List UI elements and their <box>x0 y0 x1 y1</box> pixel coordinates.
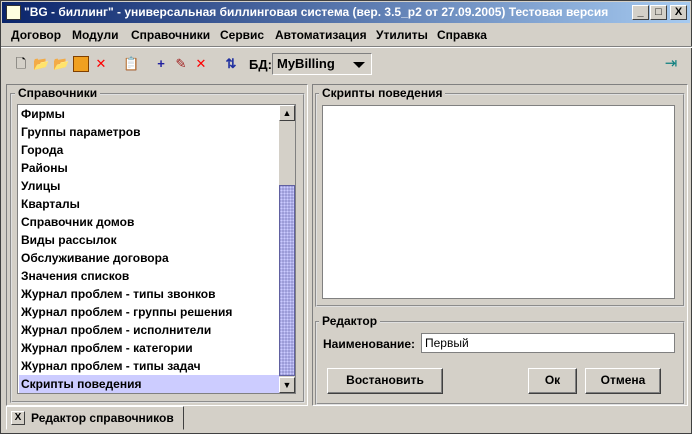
new-icon[interactable]: 🗋 <box>13 56 29 72</box>
list-item[interactable]: Скрипты поведения <box>19 375 280 393</box>
scripts-area[interactable] <box>322 105 675 299</box>
maximize-button[interactable]: □ <box>650 5 667 20</box>
scrollbar[interactable]: ▲ ▼ <box>279 105 295 393</box>
title-bar: "BG - биллинг" - универсальная биллингов… <box>2 2 690 23</box>
db-select[interactable]: MyBilling <box>272 53 372 75</box>
scripts-title: Скрипты поведения <box>319 86 446 100</box>
list-item[interactable]: Города <box>19 141 280 159</box>
list-item[interactable]: Значения списков <box>19 267 280 285</box>
tab-close-icon[interactable]: X <box>11 411 25 425</box>
references-title: Справочники <box>15 86 101 100</box>
list-item[interactable]: Журнал проблем - исполнители <box>19 321 280 339</box>
menu-service[interactable]: Сервис <box>220 28 264 42</box>
open-folder-up-icon[interactable]: 📂 <box>53 56 69 72</box>
editor-title: Редактор <box>319 314 381 328</box>
menu-automation[interactable]: Автоматизация <box>275 28 367 42</box>
menu-bar: Договор Модули Справочники Сервис Автома… <box>1 25 692 45</box>
add-icon[interactable]: + <box>153 56 169 72</box>
menu-help[interactable]: Справка <box>437 28 487 42</box>
references-list[interactable]: Фирмы Группы параметров Города Районы Улицы К… <box>17 104 296 394</box>
refresh-icon[interactable]: ⇅ <box>223 56 239 72</box>
cancel-button[interactable]: Отмена <box>585 368 661 394</box>
minimize-button[interactable]: _ <box>632 5 649 20</box>
scroll-thumb[interactable] <box>279 185 295 376</box>
close-button[interactable]: X <box>670 5 687 20</box>
list-item[interactable]: Кварталы <box>19 195 280 213</box>
list-item[interactable]: Журнал проблем - группы решения <box>19 303 280 321</box>
exit-icon[interactable]: ⇥ <box>663 56 679 72</box>
list-item[interactable]: Улицы <box>19 177 280 195</box>
menu-separator <box>1 46 692 48</box>
remove-icon[interactable]: ✕ <box>193 56 209 72</box>
ok-button[interactable]: Ок <box>528 368 577 394</box>
list-item[interactable]: Журнал проблем - категории <box>19 339 280 357</box>
list-item[interactable]: Фирмы <box>19 105 280 123</box>
list-item[interactable]: Районы <box>19 159 280 177</box>
tab-label: Редактор справочников <box>31 411 174 425</box>
restore-button[interactable]: Востановить <box>327 368 443 394</box>
cabinet-icon[interactable] <box>73 56 89 72</box>
db-value: MyBilling <box>277 56 335 71</box>
delete-doc-icon[interactable]: ✕ <box>93 56 109 72</box>
list-item[interactable]: Журнал проблем - типы задач <box>19 357 280 375</box>
list-item[interactable]: Справочник домов <box>19 213 280 231</box>
list-item[interactable]: Группы параметров <box>19 123 280 141</box>
scroll-up-button[interactable]: ▲ <box>279 105 295 121</box>
window-title: "BG - биллинг" - универсальная биллингов… <box>24 5 609 19</box>
scroll-down-button[interactable]: ▼ <box>279 377 295 393</box>
menu-utilities[interactable]: Утилиты <box>376 28 428 42</box>
list-item[interactable]: Обслуживание договора <box>19 249 280 267</box>
chevron-down-icon <box>353 62 365 68</box>
db-label: БД: <box>249 57 272 72</box>
list-item[interactable]: Виды рассылок <box>19 231 280 249</box>
app-icon <box>6 5 21 20</box>
tab-reference-editor[interactable]: X Редактор справочников <box>6 406 184 430</box>
edit-icon[interactable]: ✎ <box>173 56 189 72</box>
open-folder-icon[interactable]: 📂 <box>33 56 49 72</box>
name-label: Наименование: <box>323 337 416 351</box>
name-input[interactable]: Первый <box>421 333 675 353</box>
menu-contract[interactable]: Договор <box>11 28 61 42</box>
copy-icon[interactable]: 📋 <box>123 56 139 72</box>
menu-references[interactable]: Справочники <box>131 28 210 42</box>
menu-modules[interactable]: Модули <box>72 28 118 42</box>
list-item[interactable]: Журнал проблем - типы звонков <box>19 285 280 303</box>
